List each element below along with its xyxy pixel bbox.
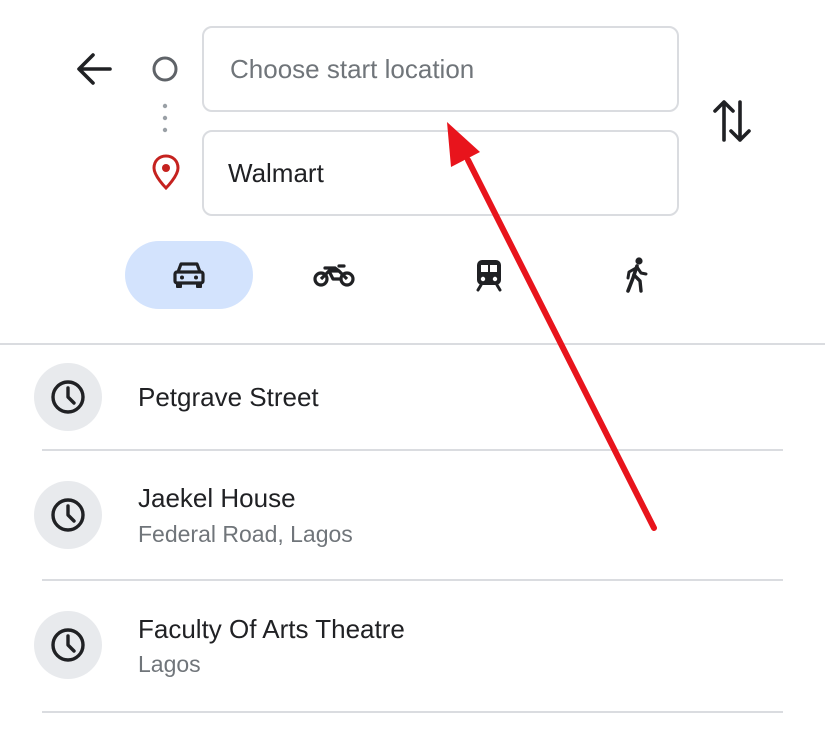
clock-icon — [51, 498, 85, 532]
start-location-input[interactable] — [228, 52, 677, 86]
destination-field[interactable]: Walmart — [202, 130, 679, 216]
train-icon — [476, 260, 502, 292]
mode-walking-tab[interactable] — [572, 241, 700, 309]
item-subtitle: Lagos — [138, 651, 201, 677]
clock-icon — [51, 380, 85, 414]
clock-icon — [51, 628, 85, 662]
list-item[interactable]: Petgrave Street — [0, 345, 825, 449]
mode-transit-tab[interactable] — [425, 241, 553, 309]
item-subtitle: Federal Road, Lagos — [138, 521, 353, 547]
walking-icon — [626, 257, 648, 293]
history-icon-badge — [34, 481, 102, 549]
start-location-field[interactable] — [202, 26, 679, 112]
history-icon-badge — [34, 363, 102, 431]
route-dots — [158, 100, 172, 140]
origin-circle-icon — [149, 53, 181, 85]
back-button[interactable] — [70, 48, 118, 90]
arrow-left-icon — [77, 53, 112, 85]
swap-button[interactable] — [706, 92, 758, 150]
swap-vertical-icon — [713, 100, 751, 142]
location-pin-icon — [147, 152, 185, 192]
motorcycle-icon — [313, 264, 355, 287]
item-title: Jaekel House — [138, 483, 296, 513]
list-item[interactable]: Jaekel House Federal Road, Lagos — [0, 451, 825, 579]
row-divider — [42, 711, 783, 713]
mode-two-wheeler-tab[interactable] — [270, 241, 398, 309]
history-icon-badge — [34, 611, 102, 679]
item-title: Petgrave Street — [138, 382, 319, 412]
mode-driving-tab[interactable] — [125, 241, 253, 309]
car-icon — [173, 262, 205, 288]
destination-value: Walmart — [228, 157, 324, 188]
list-item[interactable]: Faculty Of Arts Theatre Lagos — [0, 581, 825, 711]
item-title: Faculty Of Arts Theatre — [138, 614, 405, 644]
